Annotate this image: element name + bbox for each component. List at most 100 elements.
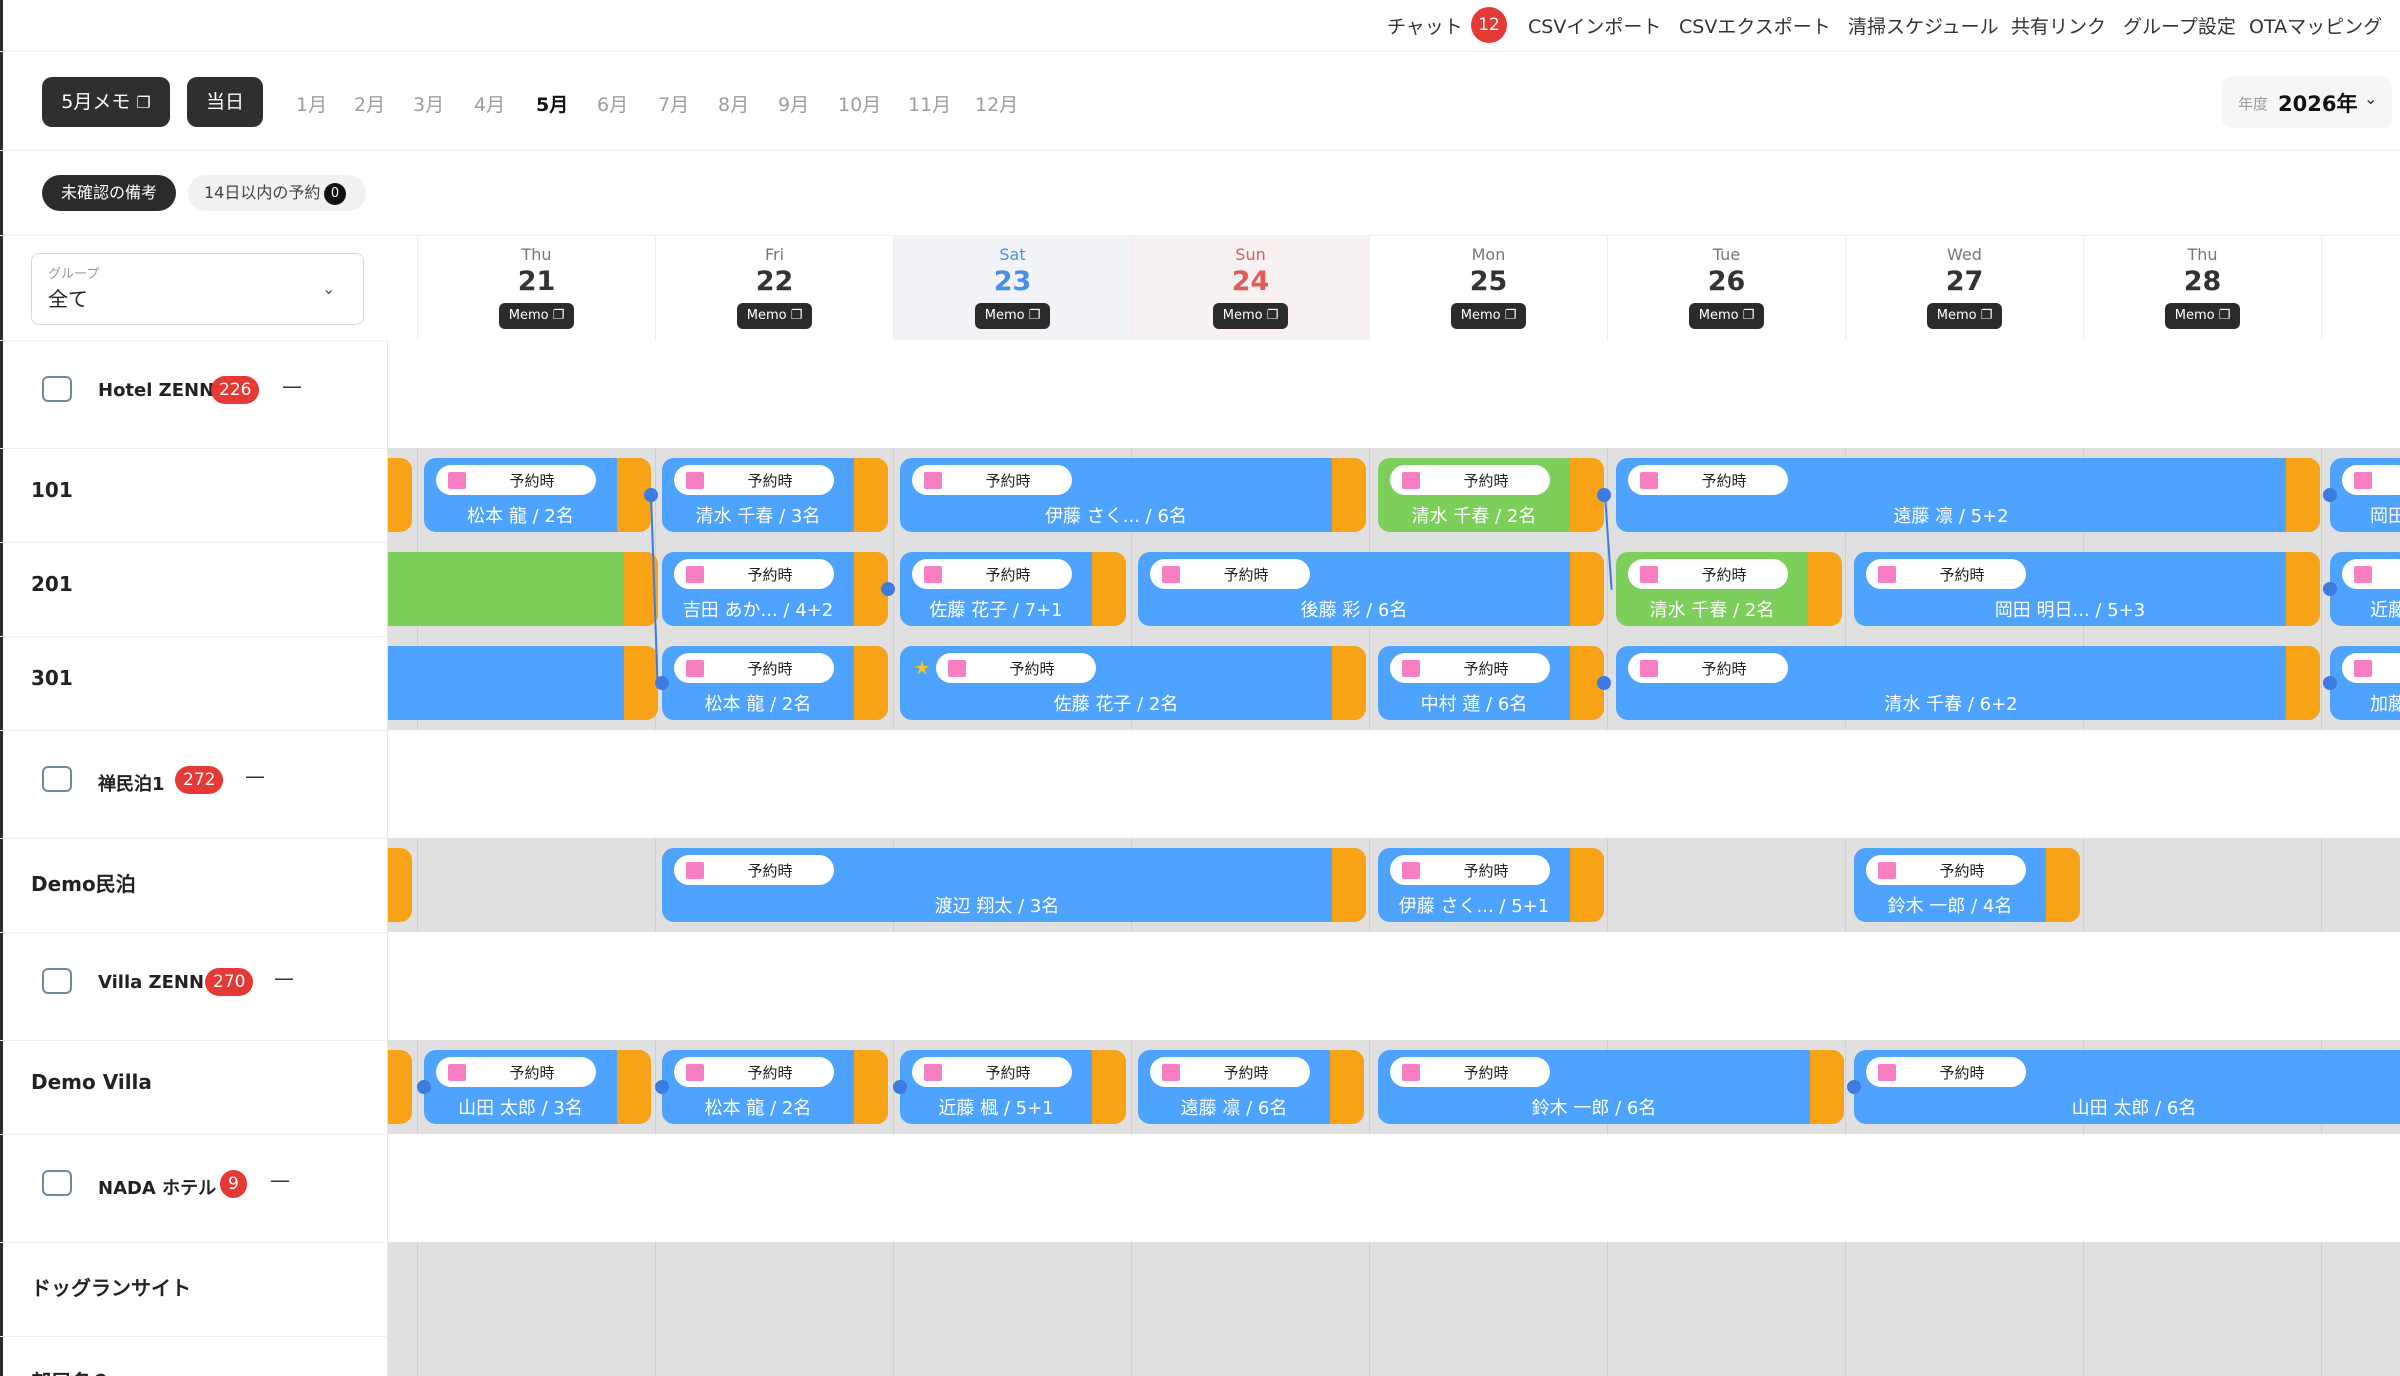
reservation-guest: 近藤 楓 / 5+1 (938, 1098, 1054, 1119)
month-tab-3[interactable]: 3月 (413, 90, 444, 117)
reservation-guest: 清水 千春 / 6+2 (1884, 694, 2018, 715)
reservation-guest: 伊藤 さく... / 6名 (1045, 506, 1187, 527)
reservation-bar[interactable]: 予約時 清水 千春 / 3名 (662, 458, 888, 532)
day-memo-button[interactable]: Memo ❐ (736, 303, 813, 329)
month-tab-11[interactable]: 11月 (908, 90, 951, 117)
nav-cleaning-schedule[interactable]: 清掃スケジュール (1848, 12, 1999, 39)
reservation-guest: 清水 千春 / 2名 (1649, 600, 1775, 621)
room-row (388, 1242, 2400, 1336)
collapse-icon[interactable]: — (282, 374, 302, 398)
nav-share-link[interactable]: 共有リンク (2011, 12, 2106, 39)
reservation-bar[interactable]: 予約時 渡辺 翔太 / 3名 (662, 848, 1366, 922)
day-number: 27 (1945, 266, 1984, 297)
month-memo-button[interactable]: 5月メモ ❐ (42, 77, 170, 127)
reservation-status-label: 予約時 (1009, 660, 1055, 678)
checkout-marker (624, 646, 658, 720)
group-name: Villa ZENN (98, 972, 205, 993)
reservation-bar[interactable]: 予約時 鈴木 一郎 / 6名 (1378, 1050, 1844, 1124)
nav-chat[interactable]: チャット (1387, 12, 1463, 39)
month-tab-2[interactable]: 2月 (354, 90, 385, 117)
reservation-status-pill: 予約時 (1866, 855, 2026, 885)
day-memo-button[interactable]: Memo ❐ (1688, 303, 1765, 329)
reservation-bar[interactable]: 予約時清水 千春 / 2名 (1616, 552, 1842, 626)
day-header: Thu 21 Memo ❐ (417, 235, 655, 340)
reservation-status-pill: 予約時 (1628, 559, 1788, 589)
reservation-bar[interactable]: 予約時山田 太郎 / 3名 (424, 1050, 651, 1124)
divider (0, 1134, 388, 1135)
chevron-down-icon: ⌄ (322, 279, 336, 298)
checkout-marker (1810, 1050, 1844, 1124)
month-tab-9[interactable]: 9月 (778, 90, 809, 117)
reservation-bar[interactable]: 予約時 ★ 佐藤 花子 / 2名 (900, 646, 1366, 720)
reservation-status-label: 予約時 (747, 566, 793, 584)
divider (0, 838, 388, 839)
today-button[interactable]: 当日 (187, 77, 263, 127)
day-memo-button[interactable]: Memo ❐ (2164, 303, 2241, 329)
reservation-bar-partial[interactable] (388, 646, 658, 720)
reservation-bar[interactable]: 予約時 松本 龍 / 2名 (662, 646, 888, 720)
tag-square-icon (1640, 566, 1658, 583)
reservation-bar[interactable]: 予約時吉田 あか... / 4+2 (662, 552, 888, 626)
month-tab-1[interactable]: 1月 (296, 90, 327, 117)
month-tab-4[interactable]: 4月 (474, 90, 505, 117)
reservation-bar[interactable]: 予約時 近藤 楓 / 5+1 (900, 1050, 1126, 1124)
collapse-icon[interactable]: — (245, 764, 265, 788)
day-memo-button[interactable]: Memo ❐ (1450, 303, 1527, 329)
reservation-guest: 山田 太郎 / 3名 (458, 1098, 583, 1119)
reservation-bar-partial[interactable] (388, 1050, 412, 1124)
reservation-status-label: 予約時 (985, 566, 1031, 584)
reservation-bar[interactable]: 加藤 (2330, 646, 2400, 720)
tag-square-icon (1162, 1064, 1180, 1081)
month-tab-12[interactable]: 12月 (975, 90, 1018, 117)
reservation-bar[interactable]: 予約時 清水 千春 / 2名 (1378, 458, 1604, 532)
tag-square-icon (2354, 660, 2372, 677)
month-tab-10[interactable]: 10月 (838, 90, 881, 117)
month-tab-8[interactable]: 8月 (718, 90, 749, 117)
checkout-marker (2286, 552, 2320, 626)
reservation-bar[interactable]: 予約時 遠藤 凛 / 6名 (1138, 1050, 1364, 1124)
reservation-status-pill: 予約時 (436, 1057, 596, 1087)
nav-group-settings[interactable]: グループ設定 (2123, 12, 2236, 39)
unconfirmed-notes-filter[interactable]: 未確認の備考 (42, 175, 176, 211)
reservation-bar[interactable]: 予約時 伊藤 さく... / 6名 (900, 458, 1366, 532)
reservation-bar[interactable]: 予約時 遠藤 凛 / 5+2 (1616, 458, 2320, 532)
reservation-bar-partial[interactable] (388, 848, 412, 922)
reservation-bar[interactable]: 予約時 清水 千春 / 6+2 (1616, 646, 2320, 720)
day-memo-button[interactable]: Memo ❐ (498, 303, 575, 329)
room-name: 201 (31, 572, 73, 596)
reservation-bar[interactable]: 予約時 中村 蓮 / 6名 (1378, 646, 1604, 720)
collapse-icon[interactable]: — (274, 966, 294, 990)
reservation-bar[interactable]: 予約時 松本 龍 / 2名 (424, 458, 651, 532)
reservation-bar[interactable]: 予約時 伊藤 さく... / 5+1 (1378, 848, 1604, 922)
reservation-bar-partial[interactable] (388, 458, 412, 532)
day-memo-button[interactable]: Memo ❐ (974, 303, 1051, 329)
reservation-bar[interactable]: 予約時 山田 太郎 / 6名 (1854, 1050, 2400, 1124)
reservation-status-label: 予約時 (509, 1064, 555, 1082)
month-tab-7[interactable]: 7月 (658, 90, 689, 117)
reservation-guest: 清水 千春 / 3名 (695, 506, 821, 527)
tag-square-icon (686, 566, 704, 583)
day-memo-button[interactable]: Memo ❐ (1926, 303, 2003, 329)
reservation-bar[interactable]: 予約時 鈴木 一郎 / 4名 (1854, 848, 2080, 922)
nav-ota-mapping[interactable]: OTAマッピング (2249, 12, 2382, 39)
day-name: Wed (1947, 245, 1982, 264)
reservation-bar[interactable]: 岡田 (2330, 458, 2400, 532)
reservation-bar[interactable]: 近藤 (2330, 552, 2400, 626)
within-14-days-filter[interactable]: 14日以内の予約 0 (188, 175, 366, 211)
month-tab-6[interactable]: 6月 (597, 90, 628, 117)
reservation-bar[interactable]: 予約時 後藤 彩 / 6名 (1138, 552, 1604, 626)
reservation-bar[interactable]: 予約時 佐藤 花子 / 7+1 (900, 552, 1126, 626)
col-separator (1607, 838, 1608, 932)
building-icon (42, 766, 72, 792)
reservation-bar[interactable]: 予約時 松本 龍 / 2名 (662, 1050, 888, 1124)
reservation-guest: 吉田 あか... / 4+2 (682, 600, 834, 621)
checkout-marker (1570, 848, 1604, 922)
day-memo-button[interactable]: Memo ❐ (1212, 303, 1289, 329)
reservation-bar-partial[interactable] (388, 552, 658, 626)
reservation-guest: 岡田 (2370, 506, 2400, 527)
month-tab-5[interactable]: 5月 (536, 90, 568, 117)
nav-csv-export[interactable]: CSVエクスポート (1679, 12, 1831, 39)
collapse-icon[interactable]: — (270, 1168, 290, 1192)
reservation-bar[interactable]: 予約時 岡田 明日... / 5+3 (1854, 552, 2320, 626)
nav-csv-import[interactable]: CSVインポート (1528, 12, 1661, 39)
